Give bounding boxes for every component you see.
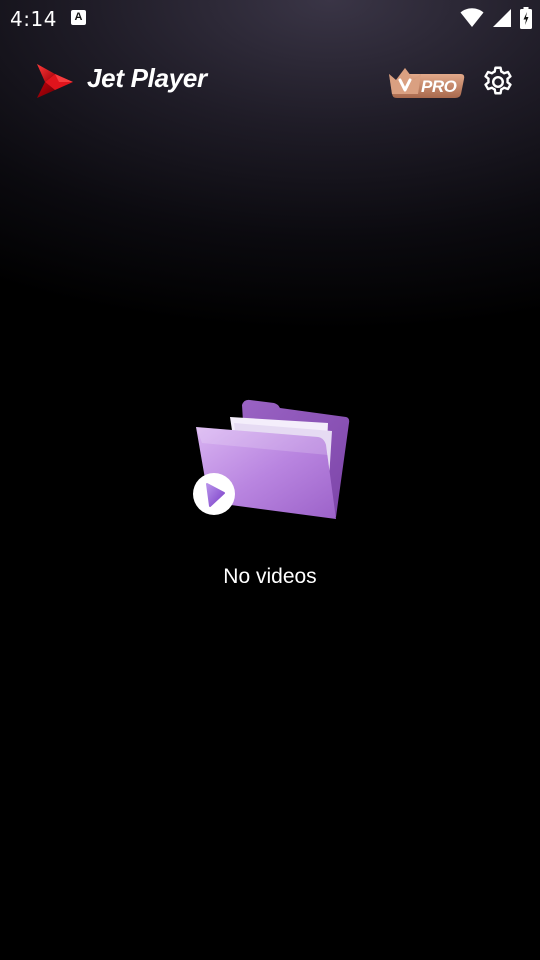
app-screen: 4:14 A Jet Player PRO No videos — [0, 0, 540, 960]
status-time: 4:14 — [10, 7, 57, 31]
battery-charging-icon — [520, 7, 532, 29]
status-bar: 4:14 A — [0, 0, 540, 36]
status-icons — [460, 7, 532, 29]
jet-player-logo-icon — [33, 60, 75, 102]
video-folder-icon — [190, 395, 356, 525]
cell-signal-icon — [492, 8, 512, 28]
app-bar: Jet Player PRO — [0, 50, 540, 110]
app-title: Jet Player — [87, 63, 207, 93]
wifi-icon — [460, 8, 484, 28]
gear-icon — [484, 66, 512, 95]
a-icon: A — [71, 10, 86, 25]
pro-badge-label: PRO — [421, 77, 457, 96]
settings-button[interactable] — [480, 64, 516, 100]
pro-badge-button[interactable]: PRO — [387, 64, 465, 100]
empty-state-message: No videos — [223, 565, 317, 588]
